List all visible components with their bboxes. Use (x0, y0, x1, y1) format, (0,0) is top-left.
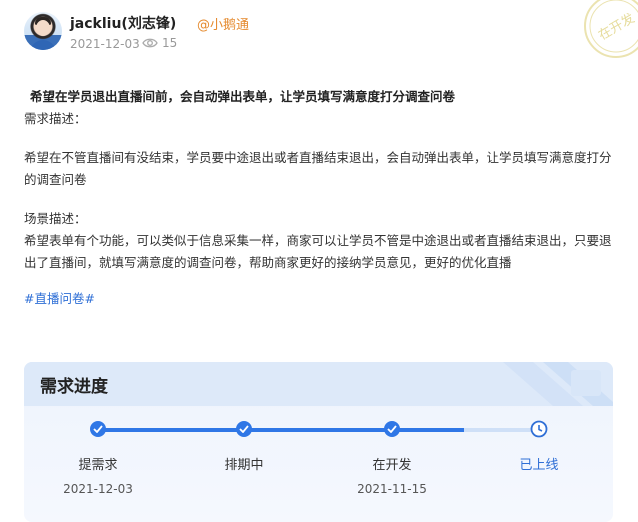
step-2-check (236, 421, 252, 437)
step-label-2: 排期中 (224, 458, 264, 473)
avatar[interactable] (24, 12, 62, 50)
scene-heading: 场景描述： (24, 211, 87, 226)
post-content: 希望在学员退出直播间前，会自动弹出表单，让学员填写满意度打分调查问卷 需求描述：… (24, 86, 620, 310)
status-stamp: 在开发 (584, 0, 638, 58)
step-date-3: 2021-11-15 (357, 482, 427, 496)
check-icon (93, 425, 103, 433)
step-label-3: 在开发 (372, 458, 412, 473)
post-title: 希望在学员退出直播间前，会自动弹出表单，让学员填写满意度打分调查问卷 (30, 89, 456, 104)
clock-icon (530, 420, 548, 438)
avatar-face (36, 20, 50, 36)
step-label-1: 提需求 (78, 458, 118, 473)
requirement-heading: 需求描述： (24, 111, 87, 126)
author-name[interactable]: jackliu(刘志锋) (70, 13, 176, 33)
progress-card: 需求进度 (24, 362, 613, 522)
progress-track-pending (464, 428, 538, 432)
step-3-check (384, 421, 400, 437)
post-date: 2021-12-03 (70, 37, 140, 51)
avatar-shirt (30, 40, 56, 50)
progress-track-done (98, 428, 464, 432)
header-decoration (503, 362, 613, 406)
progress-title: 需求进度 (40, 377, 108, 397)
step-label-4: 已上线 (519, 458, 559, 473)
check-icon (239, 425, 249, 433)
status-stamp-text: 在开发 (596, 10, 638, 43)
topic-tag[interactable]: #直播问卷# (24, 288, 620, 310)
step-1-check (90, 421, 106, 437)
scene-body: 希望表单有个功能，可以类似于信息采集一样，商家可以让学员不管是中途退出或者直播结… (24, 233, 612, 270)
step-date-1: 2021-12-03 (63, 482, 133, 496)
check-icon (387, 425, 397, 433)
eye-icon (142, 38, 158, 48)
author-org[interactable]: @小鹅通 (197, 14, 249, 33)
view-count: 15 (142, 36, 177, 50)
post-header: jackliu(刘志锋) @小鹅通 2021-12-03 15 (24, 12, 584, 56)
view-count-value: 15 (162, 36, 178, 50)
requirement-body: 希望在不管直播间有没结束，学员要中途退出或者直播结束退出，会自动弹出表单，让学员… (24, 150, 612, 187)
